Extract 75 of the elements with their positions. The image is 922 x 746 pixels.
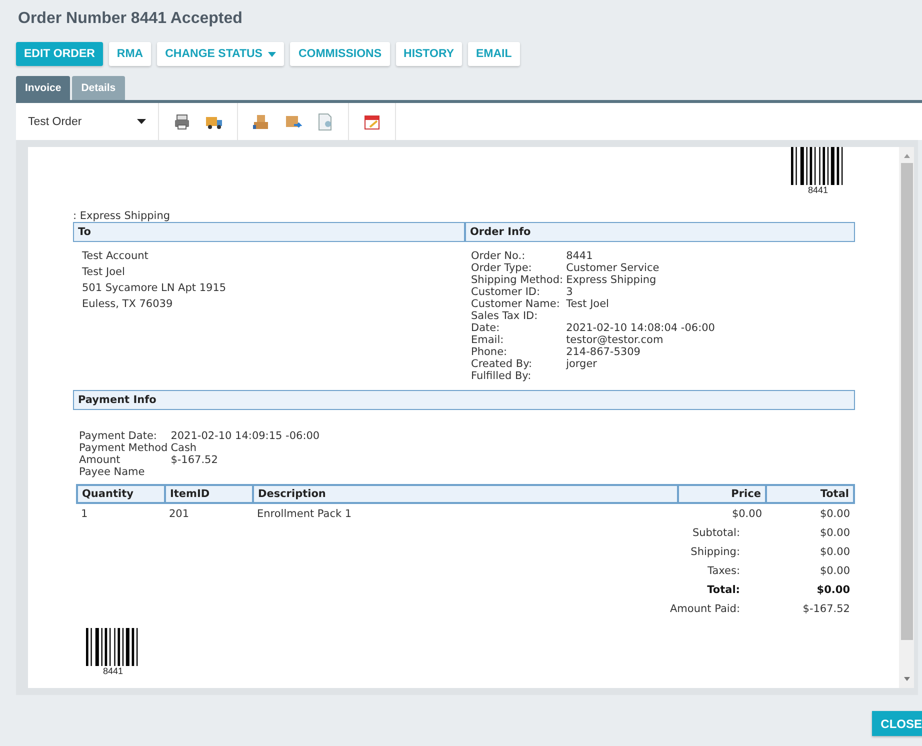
address-line: 501 Sycamore LN Apt 1915	[82, 282, 228, 294]
total-label: Subtotal:	[691, 526, 741, 541]
field-value: testor@testor.com	[566, 334, 664, 346]
field-value: $-167.52	[170, 454, 219, 466]
total-value: $0.00	[816, 583, 851, 598]
field-value: Express Shipping	[566, 274, 658, 286]
address-line: Euless, TX 76039	[82, 298, 174, 310]
table-cell: $0.00	[678, 503, 766, 523]
field-value: Customer Service	[566, 262, 660, 274]
scrollbar[interactable]	[899, 147, 914, 688]
tab[interactable]: Invoice	[16, 76, 70, 100]
field-label: Fulfilled By:	[471, 370, 532, 382]
column-header: Description	[253, 485, 678, 503]
total-label: Total:	[706, 583, 741, 598]
field-label: Payee Name	[79, 466, 146, 478]
table-cell: $0.00	[766, 503, 854, 523]
column-header: Price	[678, 485, 766, 503]
total-label: Shipping:	[690, 545, 741, 560]
field-value: 8441	[566, 250, 594, 262]
field-label: Customer ID:	[471, 286, 542, 298]
field-label: Payment Date:	[79, 430, 158, 442]
field-value: 214-867-5309	[566, 346, 642, 358]
total-value: $0.00	[818, 564, 851, 579]
table-cell: 201	[165, 503, 253, 523]
action-button[interactable]: RMA	[108, 42, 152, 66]
total-label: Amount Paid:	[668, 602, 741, 617]
caret-icon	[268, 52, 276, 56]
action-button[interactable]: EDIT ORDER	[16, 42, 103, 66]
address-line: Test Joel	[82, 266, 126, 278]
total-label: Taxes:	[706, 564, 741, 579]
total-value: $0.00	[818, 545, 851, 560]
field-value: 3	[566, 286, 574, 298]
calendar-icon[interactable]	[363, 112, 381, 130]
field-label: Sales Tax ID:	[471, 310, 539, 322]
field-label: Customer Name:	[471, 298, 561, 310]
action-button[interactable]: COMMISSIONS	[290, 42, 390, 66]
field-value: 2021-02-10 14:08:04 -06:00	[566, 322, 716, 334]
section-header: To	[73, 222, 465, 242]
section-header: Order Info	[465, 222, 855, 242]
close-button[interactable]: CLOSE	[872, 711, 922, 736]
total-value: $-167.52	[802, 602, 851, 617]
barcode-drawing	[791, 147, 845, 185]
field-label: Amount	[79, 454, 122, 466]
shipping-note: : Express Shipping	[73, 210, 170, 222]
column-header: Total	[766, 485, 854, 503]
barcode-number: 8441	[102, 666, 124, 676]
action-button[interactable]: HISTORY	[396, 42, 462, 66]
field-label: Phone:	[471, 346, 508, 358]
section-header: Payment Info	[73, 390, 855, 410]
field-label: Date:	[471, 322, 501, 334]
field-label: Order Type:	[471, 262, 533, 274]
total-value: $0.00	[818, 526, 851, 541]
field-value: jorger	[566, 358, 598, 370]
field-label: Shipping Method:	[471, 274, 564, 286]
action-button[interactable]: EMAIL	[468, 42, 520, 66]
table-cell: 1	[77, 503, 165, 523]
column-header: Quantity	[77, 485, 165, 503]
tab[interactable]: Details	[72, 76, 125, 100]
field-value: Cash	[170, 442, 198, 454]
barcode-number: 8441	[808, 185, 828, 195]
page-title: Order Number 8441 Accepted	[18, 10, 244, 28]
field-label: Payment Method	[79, 442, 168, 454]
address-line: Test Account	[82, 250, 150, 262]
boxes-icon[interactable]	[252, 112, 270, 130]
table-cell: Enrollment Pack 1	[253, 503, 678, 523]
dropdown-button[interactable]: CHANGE STATUS	[157, 42, 284, 66]
printer-icon[interactable]	[173, 112, 191, 130]
barcode-drawing	[86, 628, 140, 666]
field-label: Created By:	[471, 358, 534, 370]
field-value: 2021-02-10 14:09:15 -06:00	[170, 430, 321, 442]
field-value: Test Joel	[566, 298, 610, 310]
field-label: Order No.:	[471, 250, 526, 262]
caret-icon	[137, 119, 146, 124]
column-header: ItemID	[165, 485, 253, 503]
field-label: Email:	[471, 334, 505, 346]
